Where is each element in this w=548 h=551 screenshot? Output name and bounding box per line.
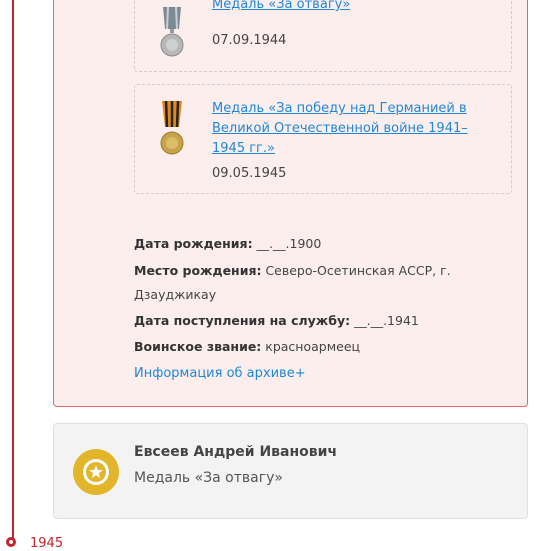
medal-star-icon	[73, 449, 119, 495]
birth-place-label: Место рождения:	[134, 263, 262, 278]
person-name: Евсеев Андрей Иванович	[134, 444, 338, 460]
award-item: Медаль «За победу над Германией в Велико…	[134, 84, 512, 194]
rank-label: Воинское звание:	[134, 339, 262, 354]
medal-victory-over-germany-icon	[160, 101, 184, 155]
person-card[interactable]: Евсеев Андрей Иванович Медаль «За отвагу…	[53, 423, 528, 519]
award-date: 07.09.1944	[212, 33, 287, 48]
archive-info-link[interactable]: Информация об архиве+	[134, 366, 306, 381]
birth-place-value-cont: Дзауджикау	[134, 287, 217, 302]
award-link[interactable]: Медаль «За победу над Германией в Велико…	[212, 99, 468, 159]
timeline-marker-icon	[6, 537, 16, 547]
award-item: Медаль «За отвагу» 07.09.1944	[134, 0, 512, 72]
timeline-line	[12, 0, 14, 542]
birth-date-row: Дата рождения: __.__.1900	[134, 232, 474, 256]
birth-place-row: Место рождения: Северо-Осетинская АССР, …	[134, 259, 474, 307]
service-date-label: Дата поступления на службу:	[134, 313, 351, 328]
rank-value: красноармеец	[261, 339, 361, 354]
birth-date-label: Дата рождения:	[134, 236, 253, 251]
service-date-row: Дата поступления на службу: __.__.1941	[134, 309, 474, 333]
award-link[interactable]: Медаль «За отвагу»	[212, 0, 350, 15]
award-link-line: Великой Отечественной войне 1941–	[212, 121, 468, 136]
rank-row: Воинское звание: красноармеец	[134, 335, 474, 359]
award-link-line: 1945 гг.»	[212, 141, 275, 156]
award-link-line: Медаль «За победу над Германией в	[212, 101, 467, 116]
award-date: 09.05.1945	[212, 166, 287, 181]
person-award: Медаль «За отвагу»	[134, 470, 283, 486]
timeline-year: 1945	[30, 536, 64, 551]
service-date-value: __.__.1941	[350, 313, 419, 328]
medal-for-courage-icon	[160, 7, 184, 57]
birth-place-value: Северо-Осетинская АССР, г.	[261, 263, 451, 278]
birth-date-value: __.__.1900	[252, 236, 322, 251]
